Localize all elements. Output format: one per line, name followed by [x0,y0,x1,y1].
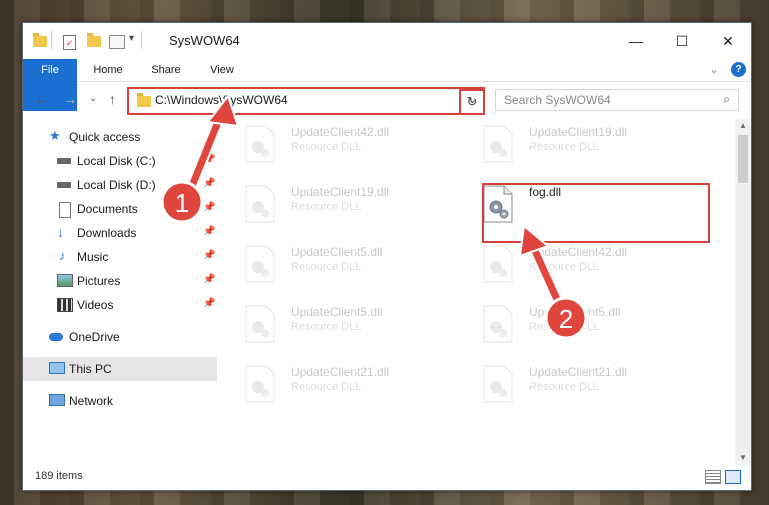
properties-icon[interactable]: ✓ [63,35,76,50]
navigation-pane: ★ Quick access Local Disk (C:) 📌 Local D… [23,119,217,465]
dll-file-icon [245,245,275,283]
item-count: 189 items [35,470,83,482]
star-icon: ★ [49,128,61,143]
dll-file-icon [245,365,275,403]
tab-share[interactable]: Share [141,59,191,81]
refresh-button[interactable]: ↻ [459,89,485,115]
scroll-up-icon[interactable]: ▲ [735,119,751,133]
scroll-thumb[interactable] [738,135,748,183]
address-row: ← → ⌄ ↑ C:\Windows\SysWOW64 ⌄ ↻ Search S… [23,81,751,119]
file-item[interactable]: UpdateClient19.dll Resource DLL [233,179,463,231]
divider [51,31,52,49]
help-icon[interactable]: ? [731,62,746,77]
scroll-down-icon[interactable]: ▼ [735,451,751,465]
quick-access-dropdown-icon[interactable]: ▾ [129,33,134,49]
nav-music[interactable]: ♪ Music 📌 [23,245,217,269]
explorer-window: ✓ ▾ SysWOW64 — ☐ ✕ File Home Share View … [22,22,752,491]
ribbon-collapse-icon[interactable]: ⌄ [707,59,721,81]
dll-file-icon [245,305,275,343]
network-icon [49,394,65,406]
cloud-icon [49,333,63,341]
nav-quick-access[interactable]: ★ Quick access [23,125,217,149]
divider [141,31,142,49]
file-item[interactable]: UpdateClient42.dll Resource DLL [233,119,463,171]
close-button[interactable]: ✕ [705,23,751,59]
file-item[interactable]: UpdateClient21.dll Resource DLL [471,359,701,411]
nav-videos[interactable]: Videos 📌 [23,293,217,317]
file-list: UpdateClient42.dll Resource DLL UpdateCl… [233,119,733,465]
status-bar: 189 items [23,464,751,490]
pin-icon[interactable]: 📌 [203,274,215,285]
nav-local-disk-d[interactable]: Local Disk (D:) 📌 [23,173,217,197]
recent-locations-icon[interactable]: ⌄ [89,93,97,104]
file-item[interactable]: UpdateClient19.dll Resource DLL [471,119,701,171]
title-bar: ✓ ▾ SysWOW64 — ☐ ✕ [23,23,751,59]
pin-icon[interactable]: 📌 [203,250,215,261]
file-item[interactable]: UpdateClient5.dll Resource DLL [233,299,463,351]
nav-this-pc[interactable]: This PC [23,357,217,381]
window-title: SysWOW64 [169,33,240,48]
nav-local-disk-c[interactable]: Local Disk (C:) 📌 [23,149,217,173]
details-view-icon[interactable] [705,470,721,484]
nav-documents[interactable]: Documents 📌 [23,197,217,221]
file-item[interactable]: UpdateClient5.dll Resource DLL [233,239,463,291]
address-bar[interactable]: C:\Windows\SysWOW64 ⌄ [127,87,485,115]
file-item[interactable]: UpdateClient21.dll Resource DLL [233,359,463,411]
document-icon [59,202,71,218]
nav-pictures[interactable]: Pictures 📌 [23,269,217,293]
minimize-button[interactable]: — [613,23,659,59]
pictures-icon [57,274,73,287]
dll-file-icon [483,305,513,343]
nav-network[interactable]: Network [23,389,217,413]
file-item[interactable]: UpdateClient5.dll Resource DLL [471,299,701,351]
ribbon: File Home Share View ⌄ ? [23,59,751,111]
music-note-icon: ♪ [59,248,66,263]
search-icon: ⌕ [723,92,730,106]
dll-file-icon [245,125,275,163]
pin-icon[interactable]: 📌 [203,154,215,165]
download-arrow-icon: ↓ [57,224,64,240]
pin-icon[interactable]: 📌 [203,202,215,213]
forward-button[interactable]: → [63,91,77,107]
search-placeholder: Search SysWOW64 [504,93,611,107]
vertical-scrollbar[interactable]: ▲ ▼ [735,119,751,465]
maximize-button[interactable]: ☐ [659,23,705,59]
tab-view[interactable]: View [199,59,245,81]
tab-home[interactable]: Home [83,59,133,81]
film-icon [57,298,73,312]
up-button[interactable]: ↑ [109,91,116,107]
address-path: C:\Windows\SysWOW64 [155,93,288,107]
drive-icon [57,158,71,164]
back-button[interactable]: ← [35,91,49,107]
pin-icon[interactable]: 📌 [203,226,215,237]
drive-icon [57,182,71,188]
nav-downloads[interactable]: ↓ Downloads 📌 [23,221,217,245]
search-input[interactable]: Search SysWOW64 ⌕ [495,89,739,111]
pin-icon[interactable]: 📌 [203,298,215,309]
file-item[interactable]: UpdateClient42.dll Resource DLL [471,239,701,291]
customize-icon[interactable] [109,35,125,49]
fog-dll-highlight-box [482,183,710,243]
large-icons-view-icon[interactable] [725,470,741,484]
dll-file-icon [483,365,513,403]
dll-file-icon [483,125,513,163]
dll-file-icon [483,245,513,283]
pin-icon[interactable]: 📌 [203,178,215,189]
computer-icon [49,362,65,374]
dll-file-icon [245,185,275,223]
nav-onedrive[interactable]: OneDrive [23,325,217,349]
